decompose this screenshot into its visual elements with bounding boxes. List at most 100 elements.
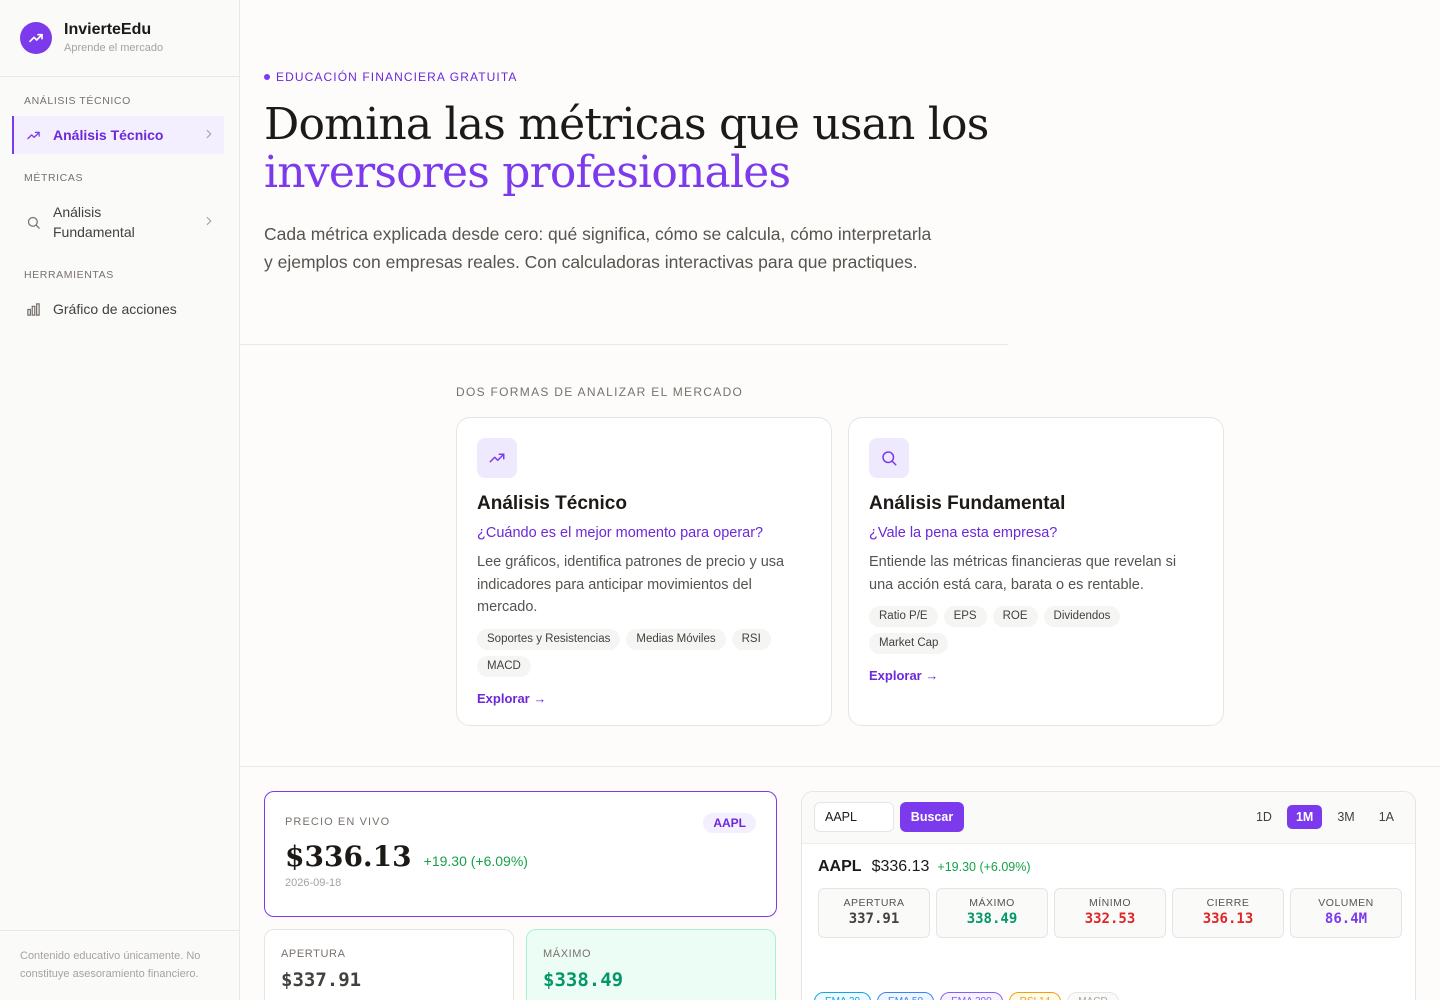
brand-tagline: Aprende el mercado [64, 42, 164, 54]
period-1a[interactable]: 1A [1370, 805, 1403, 829]
nav-section-tecnico: ANÁLISIS TÉCNICO [24, 95, 131, 107]
indicator-ema20[interactable]: EMA 20 [814, 992, 872, 1000]
card-description: Entiende las métricas financieras que re… [869, 554, 1177, 593]
live-price-label: PRECIO EN VIVO [285, 816, 391, 828]
chart-toolbar: Buscar 1D 1M 3M 1A [802, 792, 1415, 844]
sidebar-item-analisis-tecnico[interactable]: Análisis Técnico [12, 116, 224, 154]
stat-card-maximo: MÁXIMO $338.49 [526, 929, 776, 1000]
section-label: DOS FORMAS DE ANALIZAR EL MERCADO [456, 385, 744, 399]
tag[interactable]: Ratio P/E [869, 606, 938, 627]
tag[interactable]: RSI [731, 628, 771, 650]
tag[interactable]: Medias Móviles [626, 628, 726, 650]
stat-value: $337.91 [281, 969, 362, 991]
period-1d[interactable]: 1D [1247, 805, 1281, 829]
quote-price: $336.13 [871, 858, 930, 875]
brand[interactable]: InvierteEdu Aprende el mercado [0, 0, 239, 77]
stat-label: APERTURA [843, 897, 905, 909]
sidebar-disclaimer: Contenido educativo únicamente. No const… [0, 930, 240, 1000]
stat-label: CIERRE [1206, 897, 1250, 909]
card-title: Análisis Técnico [477, 493, 627, 514]
stat-minimo: MÍNIMO 332.53 [1054, 888, 1166, 938]
live-price-date: 2026-09-18 [285, 877, 342, 889]
stat-maximo: MÁXIMO 338.49 [936, 888, 1048, 938]
tag[interactable]: MACD [477, 655, 531, 677]
brand-name: InvierteEdu [64, 21, 152, 38]
nav-section-herramientas: HERRAMIENTAS [24, 269, 114, 281]
explore-link[interactable]: Explorar → [477, 691, 546, 706]
tag[interactable]: EPS [943, 606, 987, 627]
nav-section-metricas: MÉTRICAS [24, 172, 84, 184]
stat-value: 336.13 [1202, 911, 1254, 927]
stock-chart-panel: Buscar 1D 1M 3M 1A AAPL $336.13 +19.30 (… [801, 791, 1416, 1000]
sidebar-item-analisis-fundamental[interactable]: Análisis Fundamental [12, 202, 224, 242]
hero-eyebrow: EDUCACIÓN FINANCIERA GRATUITA [264, 70, 517, 84]
hero-eyebrow-text: EDUCACIÓN FINANCIERA GRATUITA [276, 70, 518, 84]
tag[interactable]: Soportes y Resistencias [477, 628, 621, 650]
card-question: ¿Cuándo es el mejor momento para operar? [477, 525, 764, 541]
stat-label: VOLUMEN [1318, 897, 1374, 909]
period-3m[interactable]: 3M [1328, 805, 1363, 829]
stat-label: MÁXIMO [969, 897, 1015, 909]
bar-chart-icon [24, 300, 42, 318]
stat-label: MÁXIMO [543, 948, 592, 960]
chevron-right-icon [202, 127, 216, 144]
page-title-line2: inversores profesionales [264, 147, 791, 198]
quote-summary: AAPL $336.13 +19.30 (+6.09%) [818, 858, 1031, 876]
quote-stats: APERTURA 337.91 MÁXIMO 338.49 MÍNIMO 332… [818, 888, 1402, 938]
stat-card-apertura: APERTURA $337.91 [264, 929, 514, 1000]
explore-link[interactable]: Explorar → [869, 668, 938, 683]
stat-label: APERTURA [281, 948, 346, 960]
search-icon [869, 438, 909, 478]
tag[interactable]: Market Cap [869, 633, 949, 654]
stat-cierre: CIERRE 336.13 [1172, 888, 1284, 938]
tag-list: Soportes y Resistencias Medias Móviles R… [477, 628, 811, 677]
stat-value: $338.49 [543, 969, 624, 991]
indicator-ema50[interactable]: EMA 50 [877, 992, 935, 1000]
period-selector: 1D 1M 3M 1A [1247, 805, 1403, 829]
stat-apertura: APERTURA 337.91 [818, 888, 930, 938]
tag[interactable]: Dividendos [1043, 606, 1121, 627]
divider [240, 344, 1008, 345]
page-title: Domina las métricas que usan los inverso… [264, 101, 989, 197]
sidebar: InvierteEdu Aprende el mercado ANÁLISIS … [0, 0, 240, 1000]
trending-up-icon [24, 126, 42, 144]
sidebar-item-label: Análisis Técnico [53, 127, 164, 143]
quote-symbol: AAPL [818, 858, 862, 875]
live-price-change: +19.30 (+6.09%) [423, 853, 528, 869]
sidebar-item-grafico[interactable]: Gráfico de acciones [12, 299, 224, 319]
search-icon [24, 213, 42, 231]
trending-up-icon [20, 22, 52, 54]
sidebar-item-label: Análisis Fundamental [53, 204, 135, 240]
card-description: Lee gráficos, identifica patrones de pre… [477, 554, 785, 615]
eyebrow-dot [264, 74, 270, 80]
period-1m[interactable]: 1M [1286, 805, 1323, 829]
divider [240, 766, 1440, 767]
tag[interactable]: ROE [992, 606, 1038, 627]
stat-value: 338.49 [966, 911, 1018, 927]
stat-label: MÍNIMO [1088, 897, 1132, 909]
quote-change: +19.30 (+6.09%) [937, 860, 1031, 874]
live-price-card: PRECIO EN VIVO AAPL $336.13 +19.30 (+6.0… [264, 791, 777, 917]
sidebar-item-label: Gráfico de acciones [53, 301, 177, 317]
page-title-line1: Domina las métricas que usan los [264, 99, 989, 150]
card-analisis-tecnico[interactable]: Análisis Técnico ¿Cuándo es el mejor mom… [456, 417, 832, 726]
indicator-ema200[interactable]: EMA 200 [940, 992, 1003, 1000]
card-title: Análisis Fundamental [869, 493, 1066, 514]
indicator-rsi14[interactable]: RSI 14 [1008, 992, 1062, 1000]
stat-value: 332.53 [1084, 911, 1136, 927]
ticker-input[interactable] [814, 802, 894, 832]
card-question: ¿Vale la pena esta empresa? [869, 525, 1058, 541]
stat-volumen: VOLUMEN 86.4M [1290, 888, 1402, 938]
card-analisis-fundamental[interactable]: Análisis Fundamental ¿Vale la pena esta … [848, 417, 1224, 726]
chevron-right-icon [202, 214, 216, 231]
indicator-toggles: EMA 20 EMA 50 EMA 200 RSI 14 MACD [814, 992, 1119, 1000]
search-button[interactable]: Buscar [900, 802, 964, 832]
stat-value: 337.91 [848, 911, 900, 927]
live-price-value: $336.13 [285, 840, 412, 873]
ticker-badge: AAPL [703, 813, 756, 833]
stat-value: 86.4M [1324, 911, 1368, 927]
hero-description: Cada métrica explicada desde cero: qué s… [264, 224, 932, 272]
tag-list: Ratio P/E EPS ROE Dividendos Market Cap [869, 606, 1203, 654]
trending-up-icon [477, 438, 517, 478]
indicator-macd[interactable]: MACD [1067, 992, 1119, 1000]
